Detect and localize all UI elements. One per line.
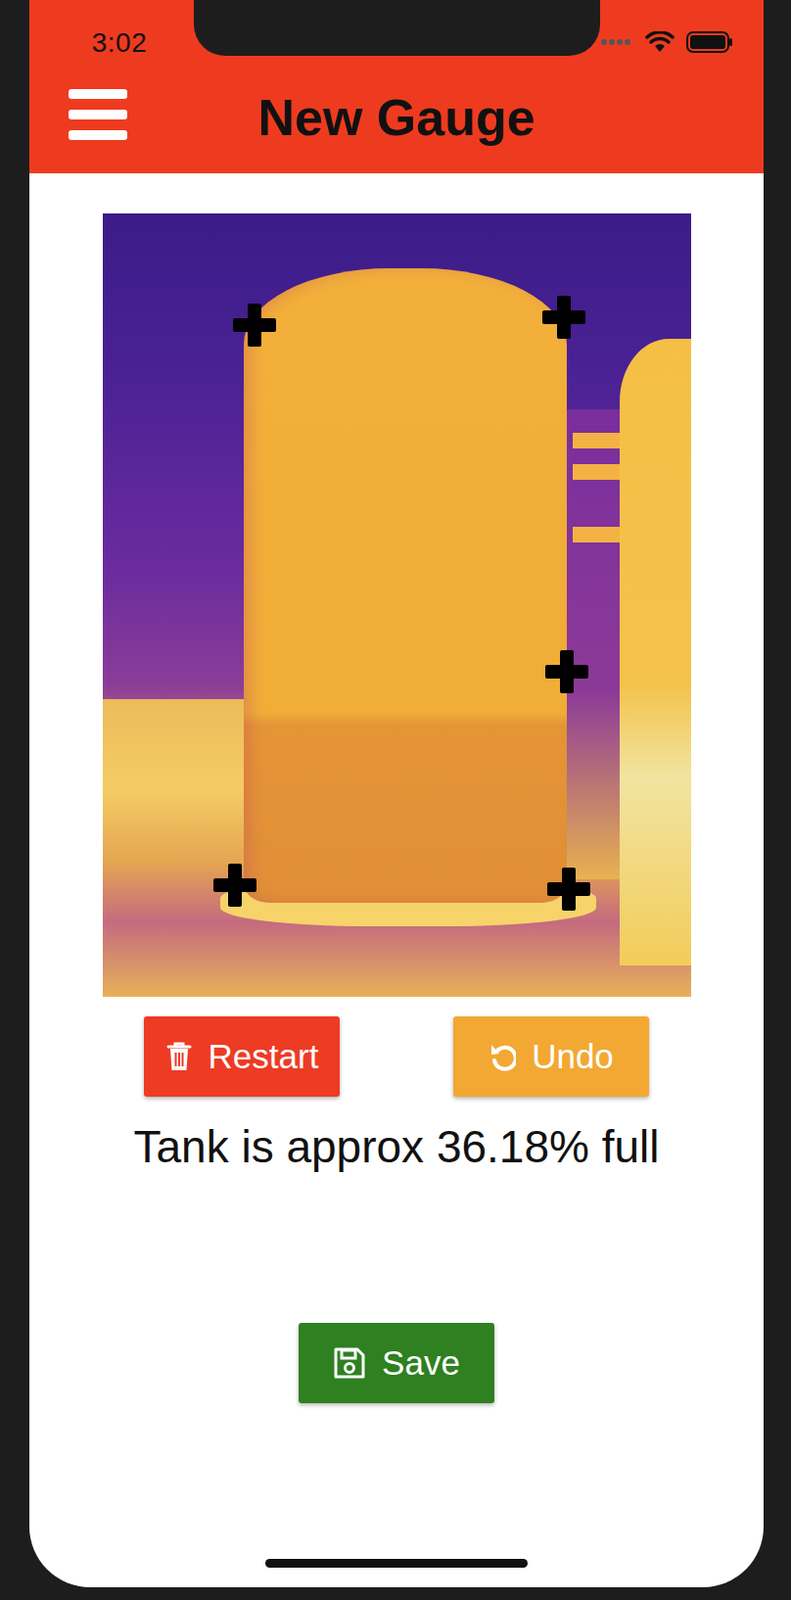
- save-button[interactable]: Save: [298, 1322, 495, 1403]
- page-title: New Gauge: [247, 88, 545, 147]
- button-label: Restart: [208, 1036, 320, 1076]
- signal-icon: [600, 38, 634, 47]
- undo-button[interactable]: Undo: [453, 1016, 650, 1097]
- menu-icon[interactable]: [68, 89, 128, 140]
- title-bar: New Gauge: [29, 75, 764, 160]
- wifi-icon: [645, 31, 675, 53]
- phone-screen: 3:02 New Gauge Restart Undo Tank is approx 3…: [29, 0, 764, 1587]
- thermal-image[interactable]: [102, 213, 692, 997]
- marker-icon[interactable]: [211, 861, 259, 909]
- status-time: 3:02: [29, 0, 210, 59]
- action-buttons: Restart Undo: [143, 1016, 650, 1097]
- gauge-result: Tank is approx 36.18% full: [134, 1119, 660, 1173]
- home-indicator[interactable]: [265, 1558, 528, 1568]
- undo-icon: [488, 1040, 516, 1072]
- marker-icon[interactable]: [231, 301, 279, 349]
- notch: [193, 0, 601, 56]
- status-icons: [600, 0, 734, 53]
- marker-icon[interactable]: [543, 648, 591, 696]
- marker-icon[interactable]: [545, 865, 593, 913]
- battery-icon: [686, 31, 734, 53]
- restart-button[interactable]: Restart: [143, 1016, 340, 1097]
- trash-icon: [165, 1040, 193, 1072]
- floppy-icon: [332, 1346, 367, 1380]
- button-label: Undo: [531, 1036, 614, 1076]
- marker-icon[interactable]: [540, 293, 588, 341]
- button-label: Save: [381, 1343, 461, 1383]
